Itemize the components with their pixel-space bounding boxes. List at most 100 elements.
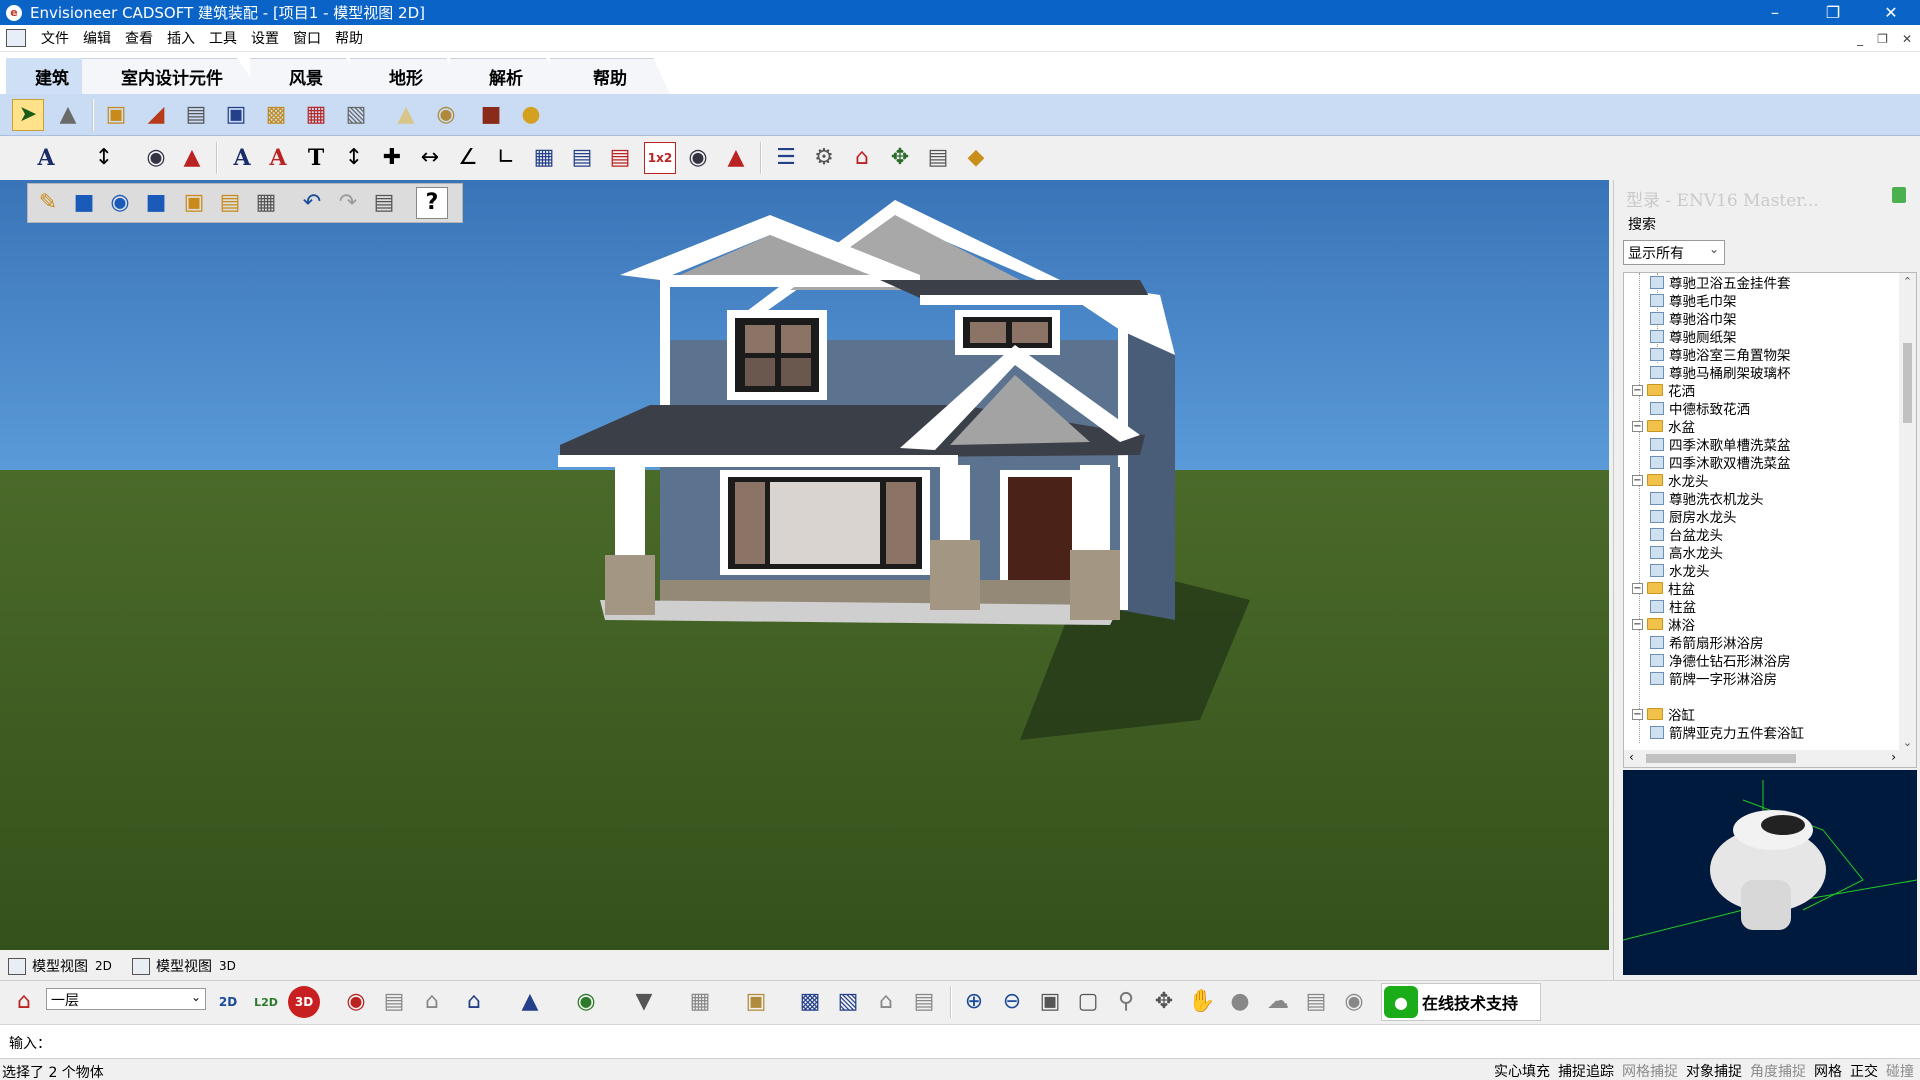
text-icon[interactable]: A [226, 142, 258, 174]
elevation-icon[interactable]: ∟ [490, 142, 522, 174]
scroll-thumb[interactable] [1903, 343, 1912, 423]
text-style-icon[interactable]: A [30, 142, 62, 174]
print-icon[interactable]: ▤ [368, 187, 400, 219]
layer-icon[interactable]: ⌂ [8, 986, 40, 1018]
toggle-angle-snap[interactable]: 角度捕捉 [1750, 1061, 1806, 1080]
tree-item[interactable]: 净德仕钻石形淋浴房 [1650, 651, 1791, 670]
book-icon[interactable]: ▦ [250, 187, 282, 219]
folder-icon[interactable]: ■ [140, 187, 172, 219]
text-box-icon[interactable]: T [300, 142, 332, 174]
fixture-icon[interactable]: ▧ [340, 99, 372, 131]
wall-cabinet-icon[interactable]: ◢ [140, 99, 172, 131]
tab-terrain[interactable]: 地形 [350, 58, 462, 94]
misc-element-icon[interactable]: ● [515, 99, 547, 131]
camera-settings-icon[interactable]: ◉ [1338, 986, 1370, 1018]
document-icon[interactable] [6, 29, 26, 47]
tree-item[interactable]: 尊驰浴室三角置物架 [1650, 345, 1791, 364]
collapse-icon[interactable]: − [1632, 708, 1643, 720]
scroll-left-icon[interactable]: ‹ [1629, 750, 1634, 764]
scroll-down-icon[interactable]: ⌄ [1899, 736, 1916, 749]
help-icon[interactable]: ? [416, 187, 448, 219]
tab-landscape[interactable]: 风景 [250, 58, 362, 94]
menu-file[interactable]: 文件 [34, 28, 76, 48]
zoom-in-icon[interactable]: ⊕ [958, 986, 990, 1018]
minimize-button[interactable]: – [1746, 0, 1804, 25]
library-tree[interactable]: 尊驰卫浴五金挂件套 尊驰毛巾架 尊驰浴巾架 尊驰厕纸架 尊驰浴室三角置物架 尊驰… [1623, 272, 1917, 768]
tree-item[interactable]: 尊驰卫浴五金挂件套 [1650, 273, 1791, 292]
dimension-vertical-icon[interactable]: ↕ [338, 142, 370, 174]
tree-folder[interactable]: − 浴缸 [1632, 705, 1695, 724]
lamp-icon[interactable]: ▲ [390, 99, 422, 131]
tree-item[interactable]: 水龙头 [1650, 561, 1710, 580]
zoom-out-icon[interactable]: ⊖ [996, 986, 1028, 1018]
pan-hand-icon[interactable]: ✋ [1186, 986, 1218, 1018]
scroll-right-icon[interactable]: › [1891, 750, 1896, 764]
chart-icon[interactable]: ▤ [922, 142, 954, 174]
toggle-collision[interactable]: 碰撞 [1886, 1061, 1914, 1080]
tab-model-view-3d[interactable]: 模型视图 3D [132, 954, 236, 978]
2d-view-icon[interactable]: 2D [212, 986, 244, 1018]
toggle-grid[interactable]: 网格 [1814, 1061, 1842, 1080]
online-support-button[interactable]: ● 在线技术支持 [1381, 983, 1541, 1021]
select-arrow-icon[interactable]: ➤ [12, 99, 44, 131]
tree-item[interactable]: 中德标致花洒 [1650, 399, 1750, 418]
paint-tool-icon[interactable]: ▲ [52, 99, 84, 131]
envisioneer-logo-icon[interactable]: e [6, 4, 22, 21]
presentation-icon[interactable]: ⌂ [416, 986, 448, 1018]
3d-view-icon[interactable]: 3D [288, 986, 320, 1018]
toggle-ortho[interactable]: 正交 [1850, 1061, 1878, 1080]
camera-icon[interactable]: ◉ [340, 986, 372, 1018]
rotate-icon[interactable]: ▤ [1300, 986, 1332, 1018]
redo-icon[interactable]: ↷ [332, 187, 364, 219]
lock-icon[interactable] [1892, 187, 1906, 203]
restore-button[interactable]: ❐ [1804, 0, 1862, 25]
furniture-chair-icon[interactable]: ▩ [260, 99, 292, 131]
tree-item[interactable]: 箭牌亚克力五件套浴缸 [1650, 723, 1804, 742]
save-as-icon[interactable]: ▤ [214, 187, 246, 219]
block-icon[interactable]: ▩ [794, 986, 826, 1018]
tree-item[interactable]: 希箭扇形淋浴房 [1650, 633, 1764, 652]
window-treatment-icon[interactable]: ▦ [300, 99, 332, 131]
house-icon[interactable]: ▤ [908, 986, 940, 1018]
cabinet-icon[interactable]: ▣ [100, 99, 132, 131]
menu-help[interactable]: 帮助 [328, 28, 370, 48]
tree-horizontal-scrollbar[interactable]: ‹ › [1624, 750, 1916, 767]
stair-icon[interactable]: ▦ [528, 142, 560, 174]
toggle-object-snap[interactable]: 对象捕捉 [1686, 1061, 1742, 1080]
list-icon[interactable]: ☰ [770, 142, 802, 174]
tag-icon[interactable]: ▲ [176, 142, 208, 174]
tree-item[interactable]: 厨房水龙头 [1650, 507, 1737, 526]
toggle-grid-snap[interactable]: 网格捕捉 [1622, 1061, 1678, 1080]
fireplace-icon[interactable]: ■ [475, 99, 507, 131]
tab-model-view-2d[interactable]: 模型视图 2D [8, 954, 112, 978]
zoom-window-icon[interactable]: ▢ [1072, 986, 1104, 1018]
tree-item[interactable]: 尊驰浴巾架 [1650, 309, 1737, 328]
roof-tag-icon[interactable]: ▲ [720, 142, 752, 174]
tab-help[interactable]: 帮助 [550, 58, 670, 94]
interior-icon[interactable]: ▲ [514, 986, 546, 1018]
tree-item[interactable]: 四季沐歌双槽洗菜盆 [1650, 453, 1791, 472]
collapse-icon[interactable]: − [1632, 420, 1643, 432]
collapse-icon[interactable]: − [1632, 582, 1643, 594]
electronics-icon[interactable]: ▣ [220, 99, 252, 131]
wall-icon[interactable]: ▣ [740, 986, 772, 1018]
open-folder-icon[interactable]: ■ [68, 187, 100, 219]
command-input[interactable] [54, 1031, 1654, 1053]
tab-interior[interactable]: 室内设计元件 [82, 58, 262, 94]
tree-item[interactable]: 台盆龙头 [1650, 525, 1723, 544]
dimension-icon[interactable]: ↕ [88, 142, 120, 174]
layer-dropdown[interactable]: 一层 ⌄ [46, 988, 206, 1010]
undo-icon[interactable]: ↶ [296, 187, 328, 219]
walk-icon[interactable]: ● [1224, 986, 1256, 1018]
menu-view[interactable]: 查看 [118, 28, 160, 48]
gear-icon[interactable]: ⚙ [808, 142, 840, 174]
tree-folder[interactable]: − 淋浴 [1632, 615, 1695, 634]
tree-folder[interactable]: − 水盆 [1632, 417, 1695, 436]
toggle-snap-track[interactable]: 捕捉追踪 [1558, 1061, 1614, 1080]
orbit-icon[interactable]: ☁ [1262, 986, 1294, 1018]
railing-icon[interactable]: ▤ [566, 142, 598, 174]
tree-item[interactable]: 箭牌一字形淋浴房 [1650, 669, 1777, 688]
menu-edit[interactable]: 编辑 [76, 28, 118, 48]
roof-view-icon[interactable]: ◉ [570, 986, 602, 1018]
resize-icon[interactable]: ✥ [884, 142, 916, 174]
